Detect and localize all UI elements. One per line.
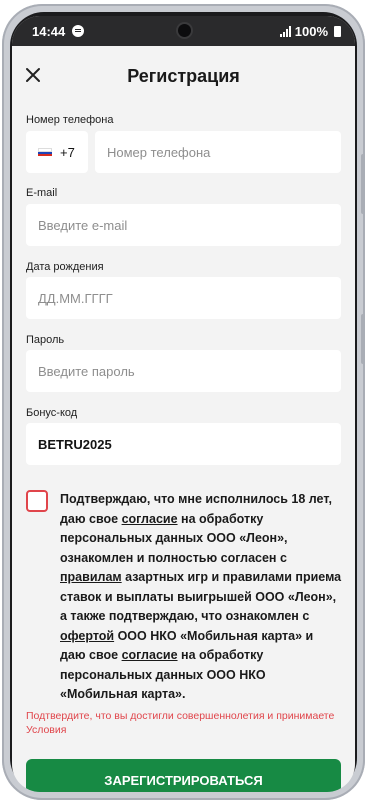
volume-button (361, 154, 365, 214)
phone-placeholder: Номер телефона (107, 144, 211, 160)
email-label: E-mail (26, 187, 58, 199)
battery-percentage: 100% (294, 24, 328, 39)
consent-error-message: Подтвердите, что вы достигли совершеннол… (26, 710, 335, 736)
bonus-code-label: Бонус-код (26, 407, 78, 419)
signal-icon (279, 26, 291, 37)
offer-link[interactable]: офертой (60, 629, 114, 643)
front-camera (178, 24, 191, 37)
country-code: +7 (60, 144, 75, 160)
rules-link[interactable]: правилам (60, 570, 122, 584)
register-button[interactable]: ЗАРЕГИСТРИРОВАТЬСЯ (26, 759, 341, 792)
password-placeholder: Введите пароль (38, 363, 135, 379)
power-button (361, 314, 365, 364)
battery-icon (334, 26, 341, 37)
email-placeholder: Введите e-mail (38, 217, 128, 233)
email-input[interactable]: Введите e-mail (26, 204, 341, 246)
consent-text: Подтверждаю, что мне исполнилось 18 лет,… (60, 490, 342, 705)
consent-checkbox[interactable] (26, 490, 48, 512)
russia-flag-icon (38, 147, 52, 157)
page-title: Регистрация (127, 66, 240, 86)
phone-label: Номер телефона (26, 114, 114, 126)
consent-link-2[interactable]: согласие (122, 648, 178, 662)
bonus-code-input[interactable]: BETRU2025 (26, 423, 341, 465)
password-label: Пароль (26, 334, 65, 346)
birthdate-label: Дата рождения (26, 261, 104, 273)
birthdate-placeholder: ДД.ММ.ГГГГ (38, 290, 113, 306)
status-bar: 14:44 100% (12, 16, 355, 46)
password-input[interactable]: Введите пароль (26, 350, 341, 392)
app-screen: 14:44 100% Регистрация Номер телефона +7… (12, 16, 355, 792)
phone-input[interactable]: Номер телефона (95, 131, 341, 173)
spotify-icon (72, 25, 84, 37)
status-time: 14:44 (32, 24, 66, 39)
header: Регистрация (12, 46, 355, 110)
country-code-select[interactable]: +7 (26, 131, 88, 173)
bonus-code-value: BETRU2025 (38, 436, 112, 452)
status-indicators: 100% (279, 24, 341, 39)
consent-link[interactable]: согласие (122, 512, 178, 526)
birthdate-input[interactable]: ДД.ММ.ГГГГ (26, 277, 341, 319)
